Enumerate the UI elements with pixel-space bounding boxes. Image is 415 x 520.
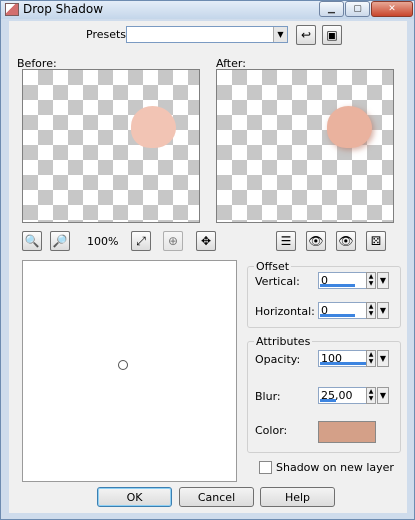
blur-label: Blur: (255, 390, 281, 403)
offset-navigator[interactable] (22, 260, 237, 482)
chevron-down-icon: ▼ (379, 306, 387, 315)
spin-down-icon[interactable]: ▼ (369, 280, 374, 287)
chevron-down-icon[interactable]: ▼ (273, 27, 287, 42)
save-icon: ▣ (326, 28, 338, 42)
opacity-spinner[interactable]: ▲ ▼ (366, 350, 376, 367)
proof-button[interactable]: 👁 (306, 231, 326, 251)
close-button[interactable]: ✕ (371, 1, 413, 17)
chevron-down-icon: ▼ (379, 354, 387, 363)
after-preview[interactable] (216, 69, 394, 223)
chevron-down-icon: ▼ (379, 276, 387, 285)
zoom-actual-size-icon: ⤢ (136, 233, 146, 248)
minimize-icon: ▁ (328, 4, 335, 14)
ok-button-label: OK (126, 490, 143, 504)
spin-down-icon[interactable]: ▼ (369, 310, 374, 317)
attributes-group-title: Attributes (254, 335, 313, 348)
spin-up-icon[interactable]: ▲ (369, 273, 374, 280)
zoom-to-100-button[interactable]: ⤢ (131, 231, 151, 251)
vertical-slider-bar[interactable] (320, 284, 355, 287)
opacity-dropdown[interactable]: ▼ (377, 350, 389, 367)
randomize-button[interactable]: ⚄ (366, 231, 386, 251)
eye-icon: 👁 (338, 234, 354, 248)
blur-slider-bar[interactable] (320, 399, 337, 402)
move-icon: ✥ (200, 234, 212, 248)
vertical-spinner[interactable]: ▲ ▼ (366, 272, 376, 289)
vertical-dropdown[interactable]: ▼ (377, 272, 389, 289)
blur-dropdown[interactable]: ▼ (377, 387, 389, 404)
dice-icon: ⚄ (370, 234, 382, 248)
title-bar[interactable]: Drop Shadow ▁ ▢ ✕ (1, 1, 414, 19)
toggle-preview-button[interactable]: ☰ (276, 231, 296, 251)
blur-spinner[interactable]: ▲ ▼ (366, 387, 376, 404)
zoom-in-icon: 🔎 (52, 234, 68, 248)
cancel-button-label: Cancel (197, 490, 236, 504)
close-icon: ✕ (388, 4, 396, 14)
shadow-color-swatch[interactable] (318, 421, 376, 443)
shadow-on-new-layer-checkbox[interactable] (259, 461, 272, 474)
spin-up-icon[interactable]: ▲ (369, 351, 374, 358)
vertical-label: Vertical: (255, 275, 300, 288)
pan-button[interactable]: ✥ (196, 231, 216, 251)
zoom-out-icon: 🔍 (24, 234, 40, 248)
reset-button[interactable]: ↩ (296, 25, 316, 45)
presets-dropdown[interactable]: ▼ (126, 26, 288, 43)
horizontal-spinner[interactable]: ▲ ▼ (366, 302, 376, 319)
spin-down-icon[interactable]: ▼ (369, 395, 374, 402)
maximize-icon: ▢ (353, 4, 362, 14)
cancel-button[interactable]: Cancel (179, 487, 254, 507)
horizontal-label: Horizontal: (255, 305, 315, 318)
horizontal-input[interactable]: 0 (318, 302, 368, 319)
opacity-input[interactable]: 100 (318, 350, 368, 367)
app-icon (5, 3, 19, 16)
ok-button[interactable]: OK (97, 487, 172, 507)
spin-up-icon[interactable]: ▲ (369, 388, 374, 395)
horizontal-slider-bar[interactable] (320, 314, 355, 317)
fit-zoom-button[interactable]: ⊕ (163, 231, 183, 251)
zoom-in-button[interactable]: 🔎 (50, 231, 70, 251)
color-label: Color: (255, 424, 288, 437)
chevron-down-icon: ▼ (379, 391, 387, 400)
after-preview-shape (327, 106, 372, 148)
zoom-level: 100% (87, 235, 119, 248)
help-button[interactable]: Help (260, 487, 335, 507)
window-title: Drop Shadow (23, 2, 104, 16)
shadow-on-new-layer-label: Shadow on new layer (276, 461, 394, 474)
zoom-fit-icon: ⊕ (167, 234, 179, 248)
offset-crosshair-icon[interactable] (118, 360, 128, 370)
minimize-button[interactable]: ▁ (319, 1, 344, 17)
save-preset-button[interactable]: ▣ (322, 25, 342, 45)
presets-label: Presets: (86, 28, 130, 41)
maximize-button[interactable]: ▢ (345, 1, 370, 17)
help-button-label: Help (284, 490, 311, 504)
spin-up-icon[interactable]: ▲ (369, 303, 374, 310)
horizontal-dropdown[interactable]: ▼ (377, 302, 389, 319)
spin-down-icon[interactable]: ▼ (369, 358, 374, 365)
blur-input[interactable]: 25,00 (318, 387, 368, 404)
undo-arrow-icon: ↩ (300, 28, 312, 42)
before-preview (22, 69, 200, 223)
vertical-input[interactable]: 0 (318, 272, 368, 289)
offset-group-title: Offset (254, 260, 292, 273)
preview-panel-icon: ☰ (280, 234, 292, 248)
zoom-out-button[interactable]: 🔍 (22, 231, 42, 251)
before-preview-shape (131, 106, 176, 148)
eye-help-icon: 👁 (308, 234, 324, 248)
opacity-slider-bar[interactable] (320, 362, 366, 365)
auto-proof-button[interactable]: 👁 (336, 231, 356, 251)
opacity-label: Opacity: (255, 353, 301, 366)
